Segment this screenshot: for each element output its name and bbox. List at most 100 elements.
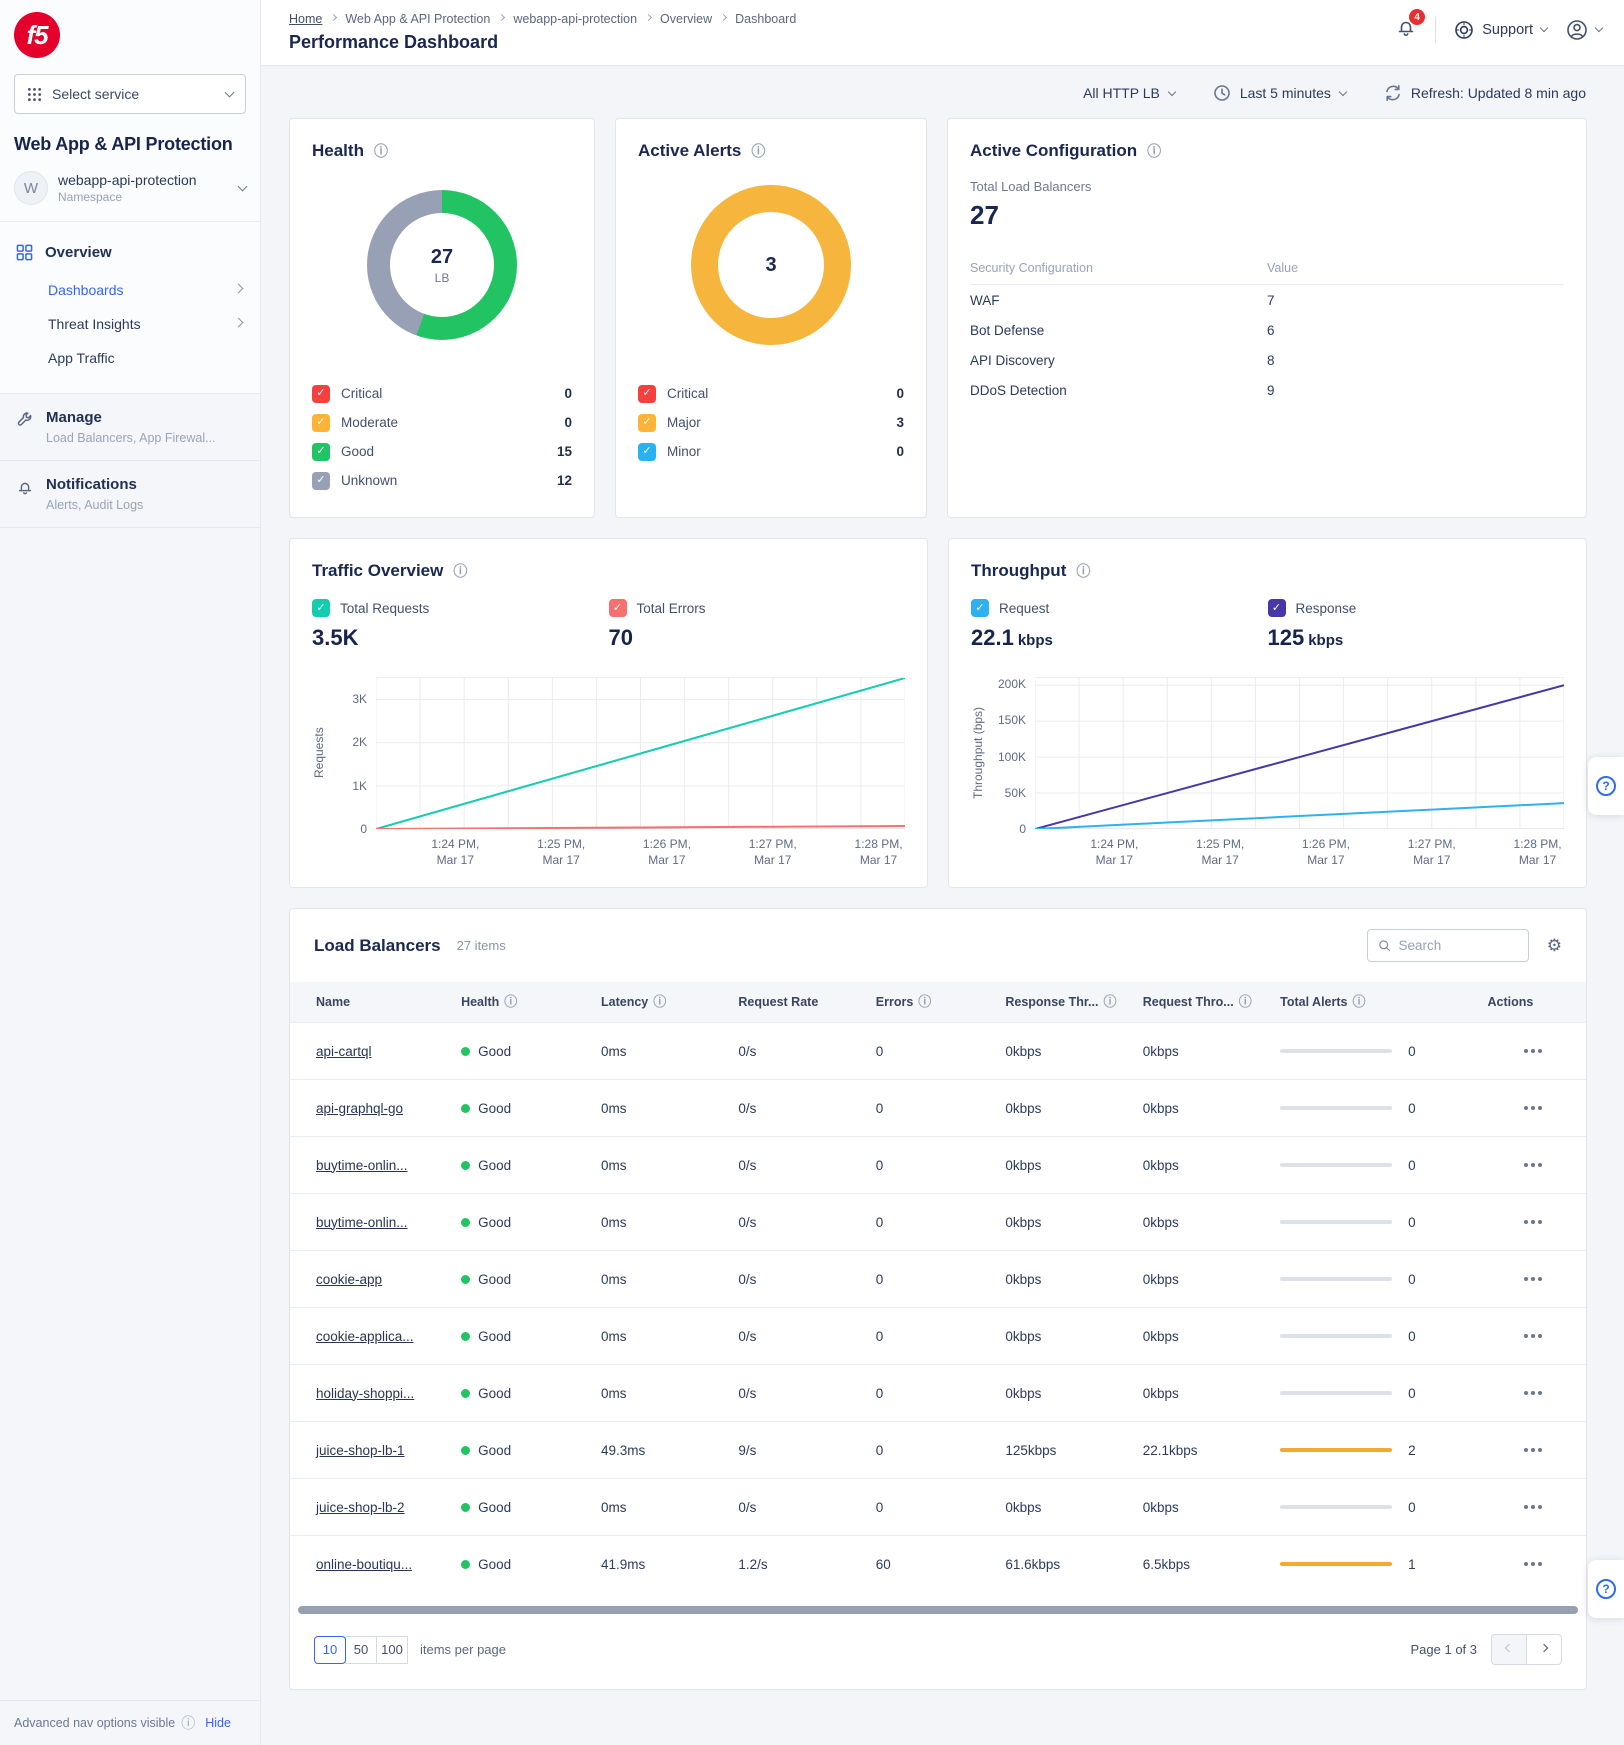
lb-name-link[interactable]: holiday-shoppi... [316,1386,414,1401]
row-actions-button[interactable] [1518,1556,1548,1572]
lb-name-link[interactable]: cookie-applica... [316,1329,414,1344]
load-balancers-card: Load Balancers 27 items ⚙ [289,908,1587,1690]
column-header[interactable]: Request Rate [738,982,875,1023]
info-icon[interactable]: ⓘ [1239,994,1252,1009]
hide-nav-link[interactable]: Hide [205,1716,231,1730]
row-actions-button[interactable] [1518,1043,1548,1059]
refresh-button[interactable]: Refresh: Updated 8 min ago [1384,84,1586,102]
search-box[interactable] [1367,929,1529,962]
time-range-dropdown[interactable]: Last 5 minutes [1213,84,1346,102]
breadcrumb-item[interactable]: webapp-api-protection [513,12,637,26]
lb-filter-value: All HTTP LB [1083,85,1160,101]
per-page-option[interactable]: 50 [345,1636,377,1664]
column-header[interactable]: Errorsⓘ [876,982,1006,1023]
y-axis-label: Requests [312,677,330,829]
namespace-selector[interactable]: W webapp-api-protection Namespace [14,171,246,221]
sidebar-item-overview[interactable]: Overview [0,236,260,269]
checkbox[interactable]: ✓ [312,414,330,432]
chevron-down-icon [238,182,248,192]
sidebar-nav-item[interactable]: Dashboards [0,273,260,307]
info-icon[interactable]: ⓘ [504,994,517,1009]
row-actions-button[interactable] [1518,1385,1548,1401]
breadcrumb-item[interactable]: Web App & API Protection [345,12,490,26]
lb-name-link[interactable]: online-boutiqu... [316,1557,412,1572]
user-menu[interactable] [1565,18,1602,42]
row-actions-button[interactable] [1518,1499,1548,1515]
sidebar-item-notifications[interactable]: Notifications Alerts, Audit Logs [0,461,260,528]
horizontal-scrollbar[interactable] [298,1606,1578,1614]
info-icon[interactable]: ⓘ [918,994,931,1009]
column-header[interactable]: Name [290,982,461,1023]
info-icon[interactable]: ⓘ [1103,994,1116,1009]
lb-name-link[interactable]: cookie-app [316,1272,382,1287]
breadcrumb-item[interactable]: Home [289,12,322,26]
lb-filter-dropdown[interactable]: All HTTP LB [1083,85,1175,101]
checkbox[interactable]: ✓ [638,414,656,432]
info-icon[interactable]: ⓘ [1147,144,1161,158]
bell-icon [16,478,34,496]
support-menu[interactable]: Support [1454,20,1547,40]
breadcrumb-separator-icon [330,14,337,21]
overview-subnav: Dashboards Threat Insights App Traffic [0,273,260,375]
total-lb-label: Total Load Balancers [970,179,1564,194]
breadcrumb-item[interactable]: Overview [660,12,712,26]
health-dot [461,1389,470,1398]
info-icon[interactable]: ⓘ [653,994,666,1009]
column-header[interactable]: Healthⓘ [461,982,601,1023]
row-actions-button[interactable] [1518,1271,1548,1287]
chevron-right-icon [1540,1644,1548,1652]
column-header[interactable]: Request Thro...ⓘ [1143,982,1280,1023]
lb-name-link[interactable]: buytime-onlin... [316,1158,408,1173]
checkbox[interactable]: ✓ [312,599,330,617]
lb-name-link[interactable]: juice-shop-lb-1 [316,1443,405,1458]
help-button[interactable]: ? [1588,757,1624,815]
checkbox[interactable]: ✓ [312,472,330,490]
lb-name-link[interactable]: api-cartql [316,1044,372,1059]
namespace-kind: Namespace [58,190,197,204]
gear-icon[interactable]: ⚙ [1547,936,1562,956]
notifications-button[interactable]: 4 [1395,16,1417,43]
info-icon[interactable]: ⓘ [453,564,467,578]
checkbox[interactable]: ✓ [638,443,656,461]
lb-name-link[interactable]: juice-shop-lb-2 [316,1500,405,1515]
checkbox[interactable]: ✓ [971,599,989,617]
check-icon: ✓ [316,475,325,486]
column-header[interactable]: Response Thr...ⓘ [1005,982,1142,1023]
time-range-value: Last 5 minutes [1240,85,1331,101]
select-service-dropdown[interactable]: Select service [14,74,246,114]
row-actions-button[interactable] [1518,1100,1548,1116]
checkbox[interactable]: ✓ [609,599,627,617]
sidebar-item-manage[interactable]: Manage Load Balancers, App Firewal... [0,394,260,461]
check-icon: ✓ [642,417,651,428]
help-button[interactable]: ? [1588,1560,1624,1618]
column-header[interactable]: Latencyⓘ [601,982,738,1023]
per-page-option[interactable]: 10 [314,1636,346,1664]
row-actions-button[interactable] [1518,1157,1548,1173]
checkbox[interactable]: ✓ [312,443,330,461]
sidebar-nav-item[interactable]: Threat Insights [0,307,260,341]
per-page-option[interactable]: 100 [376,1636,408,1664]
info-icon[interactable]: ⓘ [751,144,765,158]
next-page-button[interactable] [1526,1634,1562,1665]
search-input[interactable] [1399,938,1518,953]
info-icon[interactable]: ⓘ [1352,994,1365,1009]
row-actions-button[interactable] [1518,1442,1548,1458]
lb-name-link[interactable]: api-graphql-go [316,1101,403,1116]
column-header[interactable]: Total Alertsⓘ [1280,982,1487,1023]
info-icon[interactable]: ⓘ [1076,564,1090,578]
checkbox[interactable]: ✓ [312,385,330,403]
row-actions-button[interactable] [1518,1328,1548,1344]
prev-page-button[interactable] [1491,1634,1527,1665]
column-header[interactable]: Actions [1487,982,1586,1023]
lb-name-link[interactable]: buytime-onlin... [316,1215,408,1230]
checkbox[interactable]: ✓ [1268,599,1286,617]
sidebar-nav-item[interactable]: App Traffic [0,341,260,375]
row-actions-button[interactable] [1518,1214,1548,1230]
chevron-right-icon [234,318,244,328]
table-row: api-graphql-go Good 0ms 0/s 0 0kbps 0kbp… [290,1080,1586,1137]
checkbox[interactable]: ✓ [638,385,656,403]
breadcrumb-item[interactable]: Dashboard [735,12,796,26]
info-icon[interactable]: ⓘ [374,144,388,158]
info-icon[interactable]: ⓘ [181,1716,195,1730]
table-row: juice-shop-lb-2 Good 0ms 0/s 0 0kbps 0kb… [290,1479,1586,1536]
